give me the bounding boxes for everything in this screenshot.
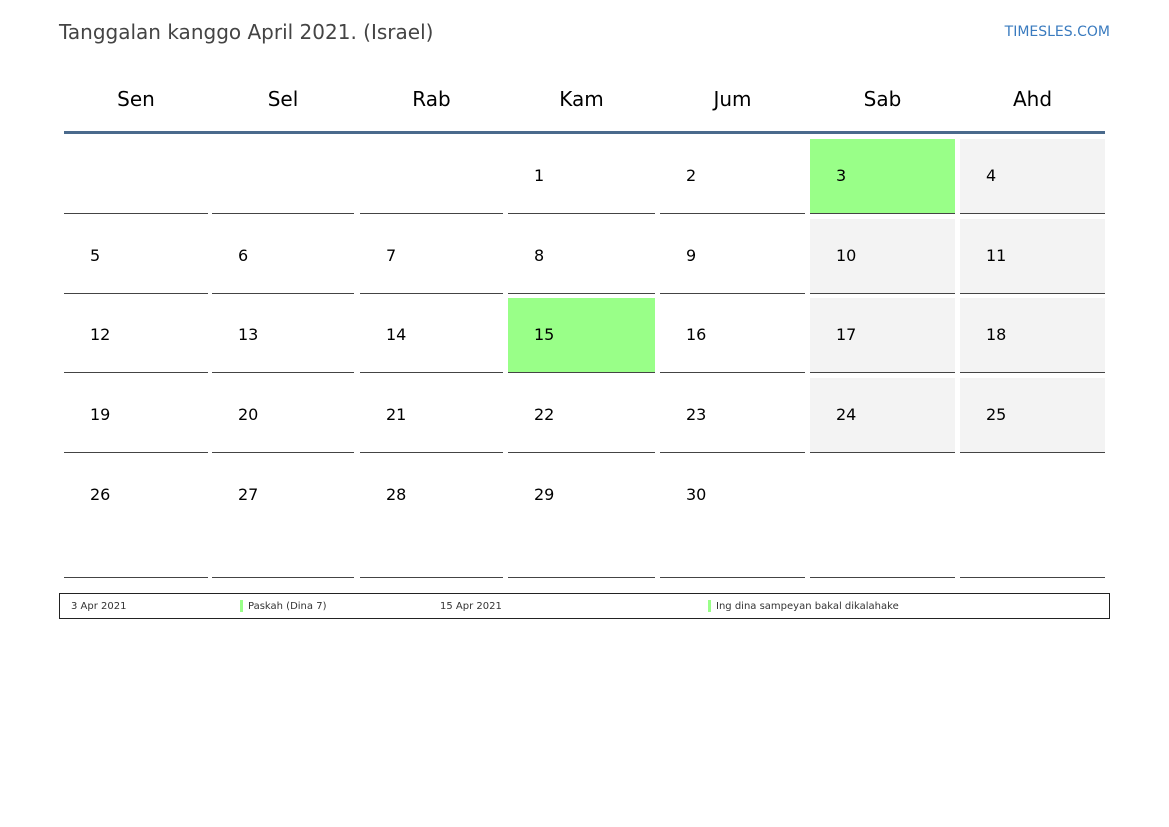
calendar-day-cell[interactable]: 23 [660,378,805,453]
calendar-day-cell[interactable]: 20 [212,378,354,453]
day-number: 8 [534,246,545,265]
day-number: 6 [238,246,249,265]
page-title: Tanggalan kanggo April 2021. (Israel) [59,20,434,44]
calendar-empty-cell [360,139,503,214]
calendar-day-cell[interactable]: 18 [960,298,1105,373]
weekday-label: Sel [267,87,299,111]
calendar-day-cell[interactable]: 10 [810,219,955,294]
day-number: 21 [386,405,407,424]
day-number: 13 [238,325,259,344]
calendar-empty-cell [64,139,208,214]
calendar-day-cell[interactable]: 11 [960,219,1105,294]
legend-holiday-name: Paskah (Dina 7) [248,601,327,612]
day-number: 15 [534,325,555,344]
calendar-day-cell[interactable]: 27 [212,458,354,578]
day-number: 10 [836,246,857,265]
day-number: 2 [686,166,697,185]
weekday-label: Jum [713,87,752,111]
calendar-empty-cell [960,458,1105,578]
day-number: 5 [90,246,101,265]
calendar-day-cell[interactable]: 14 [360,298,503,373]
day-number: 20 [238,405,259,424]
calendar-day-cell[interactable]: 25 [960,378,1105,453]
calendar-day-cell[interactable]: 29 [508,458,655,578]
calendar-empty-cell [212,139,354,214]
holiday-color-marker [240,600,243,612]
day-number: 23 [686,405,707,424]
weekday-label: Rab [412,87,451,111]
day-number: 22 [534,405,555,424]
legend-date: 15 Apr 2021 [440,601,502,612]
weekday-label: Sen [117,87,155,111]
calendar-day-cell[interactable]: 17 [810,298,955,373]
calendar-day-cell[interactable]: 26 [64,458,208,578]
day-number: 11 [986,246,1007,265]
day-number: 24 [836,405,857,424]
calendar-day-cell[interactable]: 9 [660,219,805,294]
day-number: 1 [534,166,545,185]
calendar-day-cell[interactable]: 8 [508,219,655,294]
day-number: 29 [534,485,555,504]
calendar-day-cell[interactable]: 12 [64,298,208,373]
day-number: 16 [686,325,707,344]
calendar-day-cell[interactable]: 22 [508,378,655,453]
day-number: 17 [836,325,857,344]
day-number: 26 [90,485,111,504]
calendar-day-cell[interactable]: 5 [64,219,208,294]
day-number: 28 [386,485,407,504]
calendar-day-cell[interactable]: 3 [810,139,955,214]
calendar-day-cell[interactable]: 13 [212,298,354,373]
legend-holiday-name: Ing dina sampeyan bakal dikalahake [716,601,899,612]
legend-date: 3 Apr 2021 [71,601,127,612]
day-number: 18 [986,325,1007,344]
day-number: 19 [90,405,111,424]
day-number: 30 [686,485,707,504]
weekday-label: Ahd [1012,87,1053,111]
calendar-day-cell[interactable]: 7 [360,219,503,294]
calendar-day-cell[interactable]: 15 [508,298,655,373]
calendar-day-cell[interactable]: 24 [810,378,955,453]
day-number: 14 [386,325,407,344]
holiday-legend: 3 Apr 2021 Paskah (Dina 7) 15 Apr 2021 I… [59,593,1110,619]
site-link[interactable]: TIMESLES.COM [1005,24,1110,40]
day-number: 3 [836,166,847,185]
weekday-label: Kam [559,87,604,111]
day-number: 27 [238,485,259,504]
calendar-day-cell[interactable]: 19 [64,378,208,453]
holiday-color-marker [708,600,711,612]
calendar-day-cell[interactable]: 1 [508,139,655,214]
day-number: 25 [986,405,1007,424]
day-number: 12 [90,325,111,344]
calendar-day-cell[interactable]: 28 [360,458,503,578]
day-number: 9 [686,246,697,265]
calendar-empty-cell [810,458,955,578]
calendar-day-cell[interactable]: 2 [660,139,805,214]
calendar-day-cell[interactable]: 6 [212,219,354,294]
calendar-day-cell[interactable]: 21 [360,378,503,453]
calendar-day-cell[interactable]: 4 [960,139,1105,214]
day-number: 7 [386,246,397,265]
header-divider [64,131,1105,134]
day-number: 4 [986,166,997,185]
weekday-label: Sab [863,87,902,111]
calendar-day-cell[interactable]: 16 [660,298,805,373]
calendar-day-cell[interactable]: 30 [660,458,805,578]
